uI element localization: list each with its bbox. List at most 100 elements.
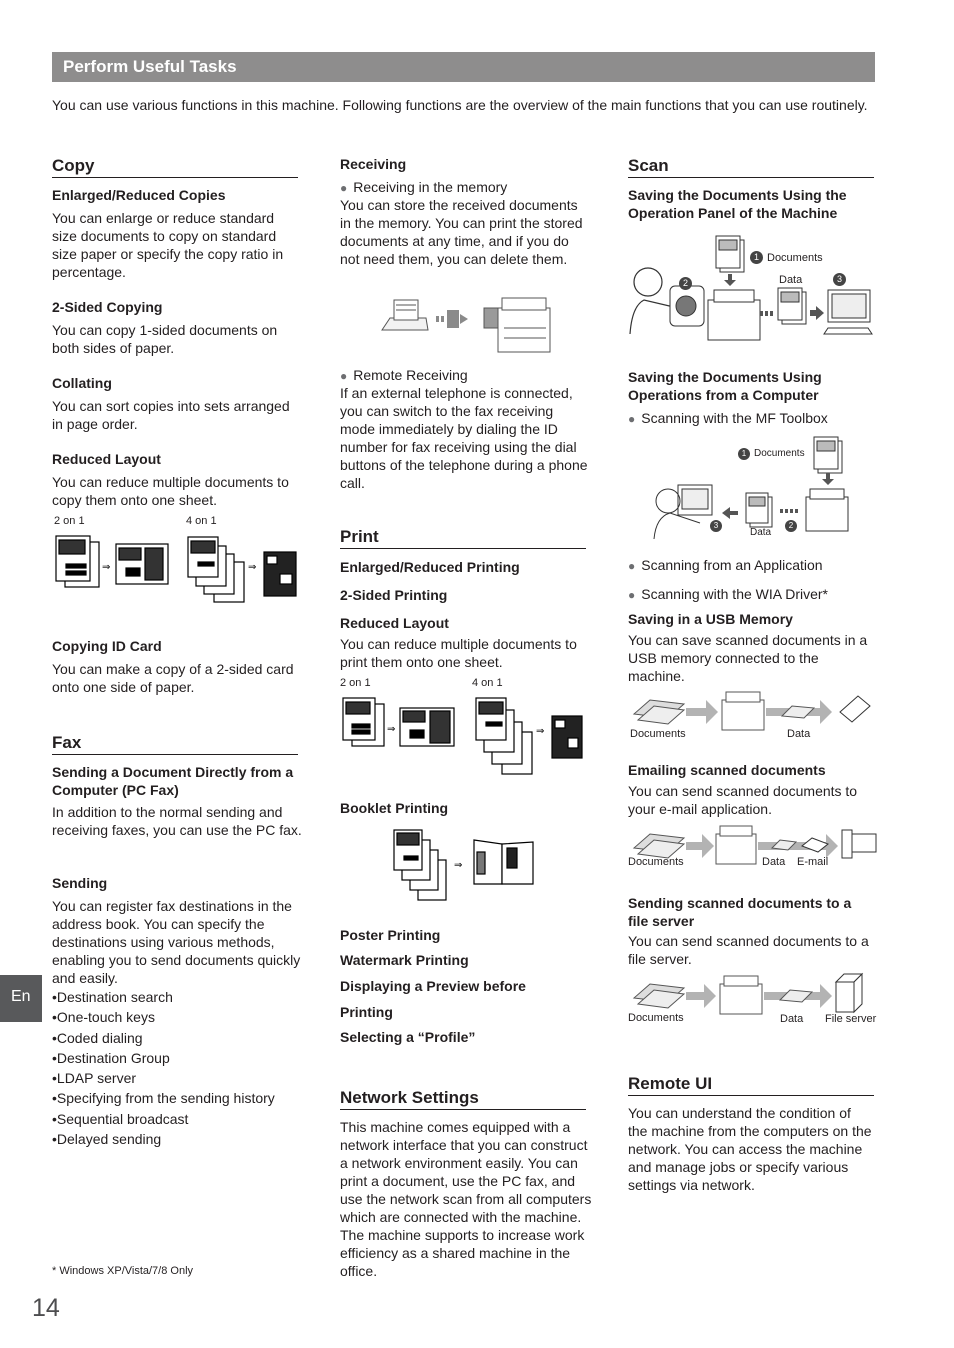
usb-memory-icon xyxy=(839,695,871,723)
booklet-icon xyxy=(473,839,534,885)
intro-text: You can use various functions in this ma… xyxy=(52,97,868,113)
arrow-down-icon xyxy=(724,274,736,286)
list-item: Specifying from the sending history xyxy=(52,1088,302,1108)
copy-item-text: You can enlarge or reduce standard size … xyxy=(52,210,284,280)
fax-item-title: Sending a Document Directly from a Compu… xyxy=(52,764,294,798)
diagram-label: Documents xyxy=(628,856,684,868)
start-button-icon xyxy=(669,285,705,327)
diagram-label: Data xyxy=(762,856,786,868)
copy-item-title: Copying ID Card xyxy=(52,638,162,654)
print-item-title: Enlarged/Reduced Printing xyxy=(340,559,520,575)
language-tab: En xyxy=(0,975,42,1022)
data-transfer-icon xyxy=(436,310,468,328)
print-heading: Print xyxy=(340,527,586,549)
copy-item-title: Enlarged/Reduced Copies xyxy=(52,187,226,203)
list-item: Sequential broadcast xyxy=(52,1109,302,1129)
arrow-icon: ⇒ xyxy=(387,724,395,735)
document-icon xyxy=(115,543,169,585)
fax-item-text: You can register fax destinations in the… xyxy=(52,898,301,986)
copy-item-title: Reduced Layout xyxy=(52,451,161,467)
arrow-right-icon xyxy=(810,306,824,320)
layout-label-2on1: 2 on 1 xyxy=(340,677,371,689)
scan-heading: Scan xyxy=(628,156,874,178)
diagram-label: Data xyxy=(750,527,772,538)
network-text: This machine comes equipped with a netwo… xyxy=(340,1119,592,1279)
scan-item-title: Saving in a USB Memory xyxy=(628,611,793,627)
diagram-label: Documents xyxy=(754,448,805,459)
printer-icon xyxy=(497,297,551,353)
data-transfer-icon xyxy=(760,311,773,316)
arrow-right-icon xyxy=(686,834,714,858)
step-badge: 3 xyxy=(833,273,846,286)
network-heading: Network Settings xyxy=(340,1088,586,1110)
step-badge: 2 xyxy=(785,520,797,532)
arrow-icon: ⇒ xyxy=(536,726,544,737)
receiving-memory-text: You can store the received documents in … xyxy=(340,197,583,267)
scan-item-title: Saving the Documents Using the Operation… xyxy=(628,187,847,221)
document-icon xyxy=(813,436,843,474)
documents-icon xyxy=(632,983,686,1009)
page-title: Perform Useful Tasks xyxy=(63,57,237,76)
scan-option: Scanning from an Application xyxy=(628,556,822,575)
arrow-icon: ⇒ xyxy=(248,562,256,573)
copy-heading: Copy xyxy=(52,156,298,178)
diagram-label: Documents xyxy=(630,728,686,740)
footnote: * Windows XP/Vista/7/8 Only xyxy=(52,1265,194,1277)
file-server-flow-illustration xyxy=(632,972,864,1015)
copy-item-text: You can sort copies into sets arranged i… xyxy=(52,398,290,432)
diagram-label: Data xyxy=(787,728,811,740)
scan-item-text: You can send scanned documents to your e… xyxy=(628,783,858,817)
layout-label-2on1: 2 on 1 xyxy=(54,515,85,527)
layout-label-4on1: 4 on 1 xyxy=(472,677,503,689)
document-stack-icon xyxy=(475,697,533,775)
language-label: En xyxy=(11,988,31,1005)
diagram-label: Documents xyxy=(767,252,823,264)
document-stack-icon xyxy=(187,536,245,603)
fax-item-text: In addition to the normal sending and re… xyxy=(52,804,302,838)
document-icon xyxy=(55,535,100,588)
diagram-label: Data xyxy=(779,274,803,286)
diagram-label: Documents xyxy=(628,1012,684,1024)
copy-item-title: 2-Sided Copying xyxy=(52,299,163,315)
copy-layout-illustration: ⇒ ⇒ xyxy=(55,535,297,603)
section-title-bar: Perform Useful Tasks xyxy=(52,52,875,82)
document-icon xyxy=(745,492,773,528)
step-badge: 1 xyxy=(738,448,750,460)
print-item-title: Watermark Printing xyxy=(340,952,469,968)
scan-item-title: Saving the Documents Using Operations fr… xyxy=(628,369,822,403)
step-badge: 2 xyxy=(679,277,692,290)
computer-icon xyxy=(823,289,873,335)
print-item-title: Reduced Layout xyxy=(340,615,449,631)
list-item: Coded dialing xyxy=(52,1028,302,1048)
printer-icon xyxy=(719,975,763,1015)
remote-receiving-text: If an external telephone is connected, y… xyxy=(340,385,588,491)
printer-icon xyxy=(805,488,849,532)
printer-icon xyxy=(715,825,757,865)
list-item: LDAP server xyxy=(52,1068,302,1088)
diagram-label: E-mail xyxy=(797,856,829,868)
document-icon xyxy=(715,235,745,273)
copy-item-text: You can make a copy of a 2-sided card on… xyxy=(52,661,294,695)
copy-item-title: Collating xyxy=(52,375,112,391)
document-stack-icon xyxy=(393,829,447,901)
list-item: Destination Group xyxy=(52,1048,302,1068)
copy-item-text: You can copy 1-sided documents on both s… xyxy=(52,322,278,356)
fax-receive-illustration xyxy=(381,297,551,353)
step-badge: 3 xyxy=(710,520,722,532)
arrow-right-icon xyxy=(686,984,716,1008)
scan-item-title: Emailing scanned documents xyxy=(628,762,826,778)
copy-item-text: You can reduce multiple documents to cop… xyxy=(52,474,289,508)
arrow-down-icon xyxy=(822,473,834,485)
data-icon xyxy=(778,989,814,1003)
scan-item-text: You can send scanned documents to a file… xyxy=(628,933,869,967)
usb-flow-illustration xyxy=(632,691,871,731)
booklet-illustration: ⇒ xyxy=(393,829,534,901)
print-item-text: You can reduce multiple documents to pri… xyxy=(340,636,577,670)
remote-receiving-label: Remote Receiving xyxy=(340,366,467,385)
document-icon xyxy=(263,551,297,597)
scan-option: Scanning with the MF Toolbox xyxy=(628,409,828,428)
arrow-icon: ⇒ xyxy=(454,860,462,871)
page-number: 14 xyxy=(32,1294,60,1322)
remote-ui-text: You can understand the condition of the … xyxy=(628,1105,872,1193)
printer-icon xyxy=(707,289,761,341)
